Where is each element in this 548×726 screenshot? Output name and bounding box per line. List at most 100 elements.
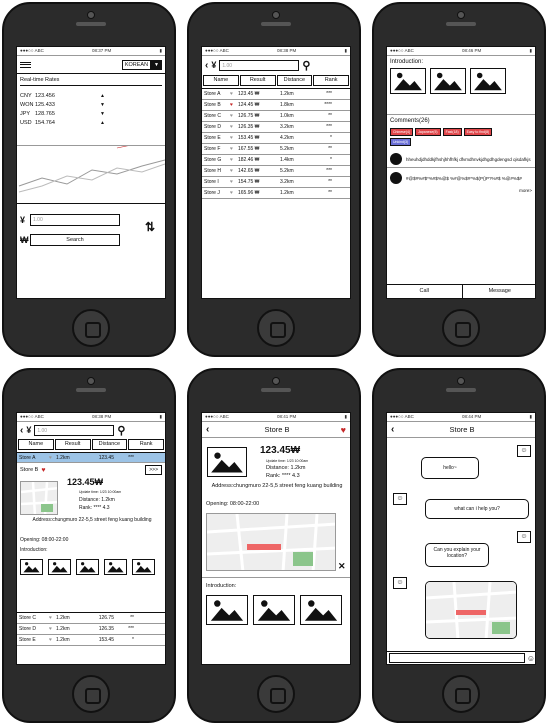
image-icon[interactable]: [48, 559, 71, 575]
home-button[interactable]: [72, 675, 110, 713]
heart-icon[interactable]: ♥: [49, 637, 56, 643]
chat-bubble-map[interactable]: [425, 581, 517, 639]
image-icon[interactable]: [104, 559, 127, 575]
comment-tag[interactable]: Fast(18): [442, 128, 462, 136]
comment-tag[interactable]: Chinese(4): [390, 128, 414, 136]
amount-input[interactable]: 1.00: [219, 59, 300, 71]
heart-icon[interactable]: ♥: [49, 455, 56, 461]
menu-icon[interactable]: [20, 60, 31, 69]
heart-icon[interactable]: ♥: [230, 190, 238, 196]
comment-tag[interactable]: Unkind(3): [390, 138, 412, 146]
table-row[interactable]: Store H ♥ 142.65 ₩ 5.2km ***: [202, 166, 350, 177]
store-distance: 1.2km: [56, 637, 70, 643]
heart-icon[interactable]: ♥: [230, 135, 238, 141]
table-row[interactable]: Store D ♥ 1.2km 126.35 ***: [17, 624, 165, 635]
won-symbol: ₩: [20, 235, 29, 245]
swap-icon[interactable]: ⇅: [145, 220, 155, 234]
search-icon[interactable]: ⚲: [117, 424, 125, 437]
more-button[interactable]: >>>: [145, 465, 162, 475]
heart-icon[interactable]: ♥: [230, 179, 238, 185]
comments-title: Comments(26): [390, 118, 430, 124]
heart-icon[interactable]: ♥: [230, 157, 238, 163]
home-button[interactable]: [442, 675, 480, 713]
message-button[interactable]: Message: [462, 284, 535, 298]
image-icon[interactable]: [76, 559, 99, 575]
language-select[interactable]: KOREAN ▼: [121, 59, 162, 70]
call-button[interactable]: Call: [387, 284, 463, 298]
back-icon[interactable]: ‹: [20, 425, 23, 436]
search-icon[interactable]: ⚲: [302, 59, 310, 72]
chevron-down-icon[interactable]: ▼: [151, 59, 162, 70]
image-icon[interactable]: [430, 68, 466, 94]
home-button[interactable]: [72, 309, 110, 347]
map-view[interactable]: [206, 513, 336, 571]
home-button[interactable]: [257, 309, 295, 347]
speaker-icon: [261, 22, 291, 26]
home-button[interactable]: [257, 675, 295, 713]
tab-name[interactable]: Name: [18, 438, 54, 450]
image-icon[interactable]: [300, 595, 342, 625]
store-rank: **: [328, 113, 332, 119]
table-row[interactable]: Store B ♥ 124.45 ₩ 1.8km ****: [202, 100, 350, 111]
table-row[interactable]: Store C ♥ 1.2km 126.75 **: [17, 613, 165, 624]
heart-icon[interactable]: ♥: [49, 626, 56, 632]
comment-tag[interactable]: Japanese(5): [415, 128, 441, 136]
tab-rank[interactable]: Rank: [313, 74, 349, 86]
image-icon[interactable]: [253, 595, 295, 625]
emoji-icon[interactable]: ☺: [527, 654, 535, 663]
message-input[interactable]: [389, 653, 525, 663]
back-icon[interactable]: ‹: [205, 60, 208, 71]
page-title: Store B: [264, 425, 290, 434]
search-button[interactable]: Search: [30, 234, 120, 246]
tab-distance[interactable]: Distance: [91, 438, 128, 450]
heart-icon[interactable]: ♥: [230, 102, 238, 108]
store-image[interactable]: [207, 447, 247, 477]
table-row[interactable]: Store A ♥ 123.45 ₩ 1.2km ***: [202, 89, 350, 100]
heart-icon[interactable]: ♥: [230, 168, 238, 174]
tab-result[interactable]: Result: [54, 438, 91, 450]
amount-input[interactable]: 1.00: [34, 424, 115, 436]
camera-icon: [457, 11, 465, 19]
map-thumbnail[interactable]: [20, 481, 58, 515]
heart-icon[interactable]: ♥: [230, 124, 238, 130]
store-result: 123.45: [98, 454, 114, 461]
tab-result[interactable]: Result: [239, 74, 276, 86]
image-icon[interactable]: [470, 68, 506, 94]
image-icon[interactable]: [20, 559, 43, 575]
table-row[interactable]: Store C ♥ 126.75 ₩ 1.0km **: [202, 111, 350, 122]
tab-distance[interactable]: Distance: [276, 74, 313, 86]
image-icon[interactable]: [132, 559, 155, 575]
table-row-selected[interactable]: Store A ♥ 1.2km 123.45 ***: [17, 452, 165, 463]
heart-icon[interactable]: ♥: [49, 615, 56, 621]
image-icon[interactable]: [390, 68, 426, 94]
speaker-icon: [76, 22, 106, 26]
status-bar: ●●●○○ ABC 08:44 PM ▮: [387, 413, 535, 422]
store-rank: **: [328, 190, 332, 196]
tab-rank[interactable]: Rank: [128, 438, 164, 450]
store-distance: 1.0km: [280, 113, 294, 119]
table-row[interactable]: Store F ♥ 167.55 ₩ 5.2km **: [202, 144, 350, 155]
table-row[interactable]: Store E ♥ 1.2km 153.45 *: [17, 635, 165, 646]
table-row[interactable]: Store G ♥ 182.46 ₩ 1.4km *: [202, 155, 350, 166]
heart-icon[interactable]: ♥: [41, 467, 45, 474]
heart-icon[interactable]: ♥: [230, 113, 238, 119]
expand-icon[interactable]: ✕: [338, 561, 346, 572]
more-link[interactable]: more>: [387, 188, 535, 193]
comment-tag[interactable]: Easy to find(8): [463, 128, 493, 136]
table-row[interactable]: Store D ♥ 126.35 ₩ 3.2km ***: [202, 122, 350, 133]
table-row[interactable]: Store J ♥ 165.96 ₩ 1.2km **: [202, 188, 350, 199]
speaker-icon: [261, 388, 291, 392]
store-name: Store G: [204, 157, 222, 163]
table-row[interactable]: Store I ♥ 154.75 ₩ 3.2km **: [202, 177, 350, 188]
table-row[interactable]: Store E ♥ 153.45 ₩ 4.2km *: [202, 133, 350, 144]
rank-text: Rank: **** 4.3: [79, 505, 110, 511]
heart-icon[interactable]: ♥: [230, 146, 238, 152]
rate-value: 123.456: [35, 92, 55, 99]
tab-name[interactable]: Name: [203, 74, 239, 86]
heart-icon[interactable]: ♥: [230, 91, 238, 97]
image-icon[interactable]: [206, 595, 248, 625]
avatar-icon: ☺: [393, 493, 407, 505]
store-result: 126.35: [98, 626, 114, 632]
home-button[interactable]: [442, 309, 480, 347]
amount-input[interactable]: 1.00: [30, 214, 120, 226]
